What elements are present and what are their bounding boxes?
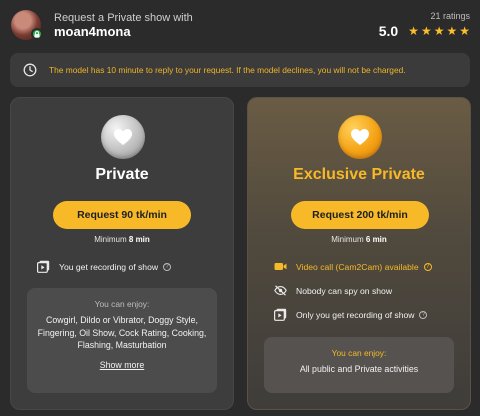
exclusive-show-card: Exclusive Private Request 200 tk/min Min…	[247, 97, 471, 410]
rating-value: 5.0	[378, 23, 399, 39]
ratings-count: 21 ratings	[430, 11, 470, 21]
video-camera-icon	[274, 260, 287, 273]
info-icon[interactable]: ?	[423, 262, 432, 271]
reply-notice: The model has 10 minute to reply to your…	[10, 53, 470, 87]
info-icon[interactable]: ?	[163, 262, 172, 271]
enjoy-heading: You can enjoy:	[331, 348, 387, 358]
star-icon: ★	[420, 24, 432, 38]
recording-icon	[274, 308, 287, 321]
feature-recording: Only you get recording of show ?	[274, 308, 428, 321]
lock-icon	[31, 28, 43, 40]
feature-no-spy: Nobody can spy on show	[274, 284, 392, 297]
enjoy-box: You can enjoy: Cowgirl, Dildo or Vibrato…	[27, 288, 217, 393]
heart-icon	[101, 115, 145, 159]
rating: 5.0 ★ ★ ★ ★ ★	[379, 23, 470, 39]
enjoy-heading: You can enjoy:	[94, 299, 150, 309]
enjoy-list: Cowgirl, Dildo or Vibrator, Doggy Style,…	[37, 315, 207, 351]
minimum-duration: Minimum 8 min	[94, 235, 150, 244]
star-icon: ★	[446, 24, 458, 38]
enjoy-list: All public and Private activities	[299, 364, 419, 374]
heart-icon	[338, 115, 382, 159]
card-title: Exclusive Private	[293, 166, 425, 183]
minimum-duration: Minimum 6 min	[331, 235, 387, 244]
request-private-button[interactable]: Request 90 tk/min	[53, 201, 191, 229]
star-icon: ★	[433, 24, 445, 38]
header: Request a Private show with moan4mona 21…	[0, 0, 480, 48]
recording-icon	[37, 260, 50, 273]
card-title: Private	[95, 166, 149, 183]
request-exclusive-button[interactable]: Request 200 tk/min	[291, 201, 429, 229]
notice-text: The model has 10 minute to reply to your…	[49, 65, 406, 75]
star-icon: ★	[459, 24, 470, 38]
clock-icon	[23, 63, 37, 77]
star-icon: ★	[408, 24, 419, 38]
model-username[interactable]: moan4mona	[54, 24, 131, 39]
private-show-card: Private Request 90 tk/min Minimum 8 min …	[10, 97, 234, 410]
feature-recording: You get recording of show ?	[37, 260, 172, 273]
eye-off-icon	[274, 284, 287, 297]
header-subtitle: Request a Private show with	[54, 12, 193, 24]
feature-cam2cam: Video call (Cam2Cam) available ?	[274, 260, 432, 273]
info-icon[interactable]: ?	[419, 310, 428, 319]
enjoy-box: You can enjoy: All public and Private ac…	[264, 337, 454, 393]
show-more-link[interactable]: Show more	[100, 360, 145, 370]
